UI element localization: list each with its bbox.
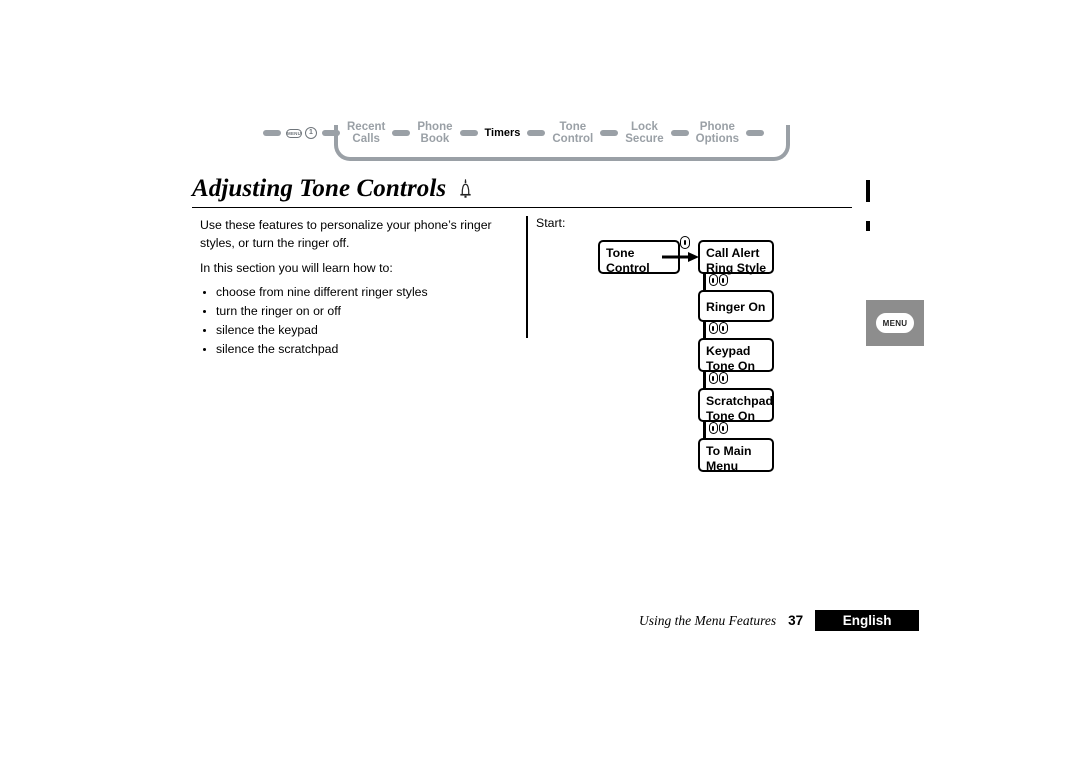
scroll-up-key-icon <box>709 372 718 384</box>
copy-lead-in: In this section you will learn how to: <box>200 260 393 275</box>
nav-item-phone-options[interactable]: Phone Options <box>694 121 741 146</box>
footer-section-title: Using the Menu Features <box>639 612 777 628</box>
flow-connector <box>703 322 706 338</box>
bullet-dot-icon <box>203 291 206 295</box>
list-item: silence the keypad <box>200 322 518 340</box>
menu-path-tray-lip-right <box>786 125 790 135</box>
nav-item-timers[interactable]: Timers <box>483 127 523 140</box>
footer-language-badge: English <box>815 610 920 631</box>
flow-box-to-main-menu: To Main Menu <box>698 438 774 473</box>
list-item: silence the scratchpad <box>200 341 518 359</box>
menu-path-row: MENU 1 Recent Calls Phone Book Timers To… <box>258 116 769 150</box>
nav-item-phone-book[interactable]: Phone Book <box>415 121 454 146</box>
margin-tick-mark <box>866 180 870 202</box>
nav-connector-dash <box>392 130 411 136</box>
column-divider-rule <box>526 216 528 338</box>
nav-connector-dash <box>263 130 281 136</box>
nav-item-tone-control[interactable]: Tone Control <box>550 121 595 146</box>
menu-key-button[interactable]: MENU <box>874 311 916 335</box>
scroll-up-key-icon <box>709 322 718 334</box>
scroll-down-key-icon <box>719 372 728 384</box>
page-title-row: Adjusting Tone Controls <box>192 175 475 203</box>
scroll-up-key-icon <box>709 274 718 286</box>
flow-connector <box>703 274 706 290</box>
nav-item-lock-secure[interactable]: Lock Secure <box>623 121 665 146</box>
flow-connector <box>703 422 706 438</box>
list-item-label: silence the keypad <box>216 322 318 337</box>
page-title: Adjusting Tone Controls <box>192 175 447 202</box>
menu-key-icon <box>680 236 690 249</box>
list-item-label: turn the ringer on or off <box>216 304 341 319</box>
nav-connector-dash <box>322 130 340 136</box>
flow-box-call-alert-ring-style: Call Alert Ring Style <box>698 240 774 275</box>
scroll-keys-icon <box>709 372 728 384</box>
scroll-keys-icon <box>709 274 728 286</box>
menu-path-navigation: MENU 1 Recent Calls Phone Book Timers To… <box>258 116 798 164</box>
flow-start-label: Start: <box>536 216 566 230</box>
nav-connector-dash <box>600 130 619 136</box>
scroll-keys-icon <box>709 422 728 434</box>
list-item: choose from nine different ringer styles <box>200 284 518 302</box>
list-item-label: silence the scratchpad <box>216 341 339 356</box>
list-item-label: choose from nine different ringer styles <box>216 285 428 300</box>
scroll-up-key-icon <box>709 422 718 434</box>
margin-tick-mark <box>866 221 870 231</box>
nav-item-recent-calls[interactable]: Recent Calls <box>345 121 387 146</box>
flow-box-keypad-tone-on: Keypad Tone On <box>698 338 774 373</box>
nav-connector-dash <box>527 130 546 136</box>
flow-connector <box>703 372 706 388</box>
nav-connector-dash <box>746 130 765 136</box>
scroll-down-key-icon <box>719 322 728 334</box>
bullet-dot-icon <box>203 310 206 314</box>
copy-bullet-list: choose from nine different ringer styles… <box>200 284 518 358</box>
list-item: turn the ringer on or off <box>200 303 518 321</box>
flow-box-scratchpad-tone-on: Scratchpad Tone On <box>698 388 774 423</box>
menu-flow-diagram: Start: Tone Control Call Alert Ring Styl… <box>536 216 836 486</box>
body-copy: Use these features to personalize your p… <box>200 217 518 360</box>
footer-page-number: 37 <box>788 613 804 628</box>
flow-arrow-right <box>662 252 699 262</box>
flow-box-ringer-on: Ringer On <box>698 290 774 322</box>
scroll-down-key-icon <box>719 422 728 434</box>
title-underline-rule <box>192 207 852 208</box>
bell-icon <box>456 179 475 199</box>
page-footer: Using the Menu Features 37 English <box>639 610 920 631</box>
nav-connector-dash <box>670 130 689 136</box>
menu-key-callout-panel: MENU <box>866 300 924 346</box>
copy-intro: Use these features to personalize your p… <box>200 218 492 250</box>
bullet-dot-icon <box>203 328 206 332</box>
digit-one-key-icon: 1 <box>305 127 317 139</box>
menu-key-icon: MENU <box>286 128 302 138</box>
scroll-down-key-icon <box>719 274 728 286</box>
bullet-dot-icon <box>203 347 206 351</box>
scroll-keys-icon <box>709 322 728 334</box>
nav-connector-dash <box>459 130 478 136</box>
